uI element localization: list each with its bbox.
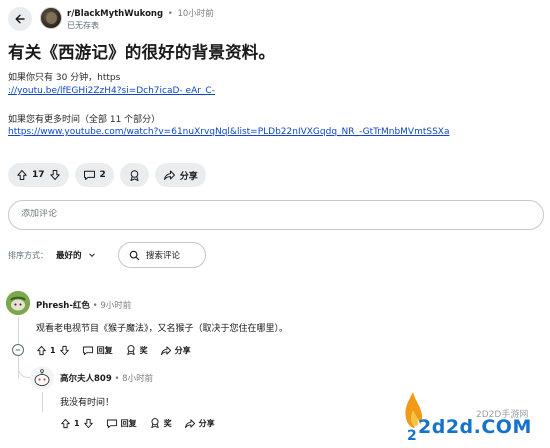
snoo-avatar-icon [30, 366, 54, 390]
separator-dot: • [92, 301, 98, 311]
reply-label: 回复 [120, 418, 137, 428]
reply-connector-curve [18, 366, 30, 378]
comment-time: 8小时前 [122, 374, 154, 384]
downvote-icon[interactable] [59, 345, 70, 356]
comment-actions: 1 回复 奖 分享 [36, 344, 191, 356]
upvote-icon[interactable] [36, 345, 47, 356]
svg-text:2: 2 [407, 428, 417, 442]
reply-label: 回复 [96, 345, 113, 355]
comment-icon [106, 419, 117, 428]
commenter-avatar[interactable] [30, 366, 54, 390]
comment-author[interactable]: 高尔夫人809 [60, 374, 112, 384]
share-label: 分享 [174, 345, 191, 355]
award-icon [126, 345, 135, 356]
comment-actions: 1 回复 奖 分享 [60, 417, 215, 429]
comment-meta: Phresh-红色 • 9小时前 [36, 299, 131, 311]
separator-dot: • [114, 374, 120, 384]
comment-author[interactable]: Phresh-红色 [36, 301, 90, 311]
comment-meta: 高尔夫人809 • 8小时前 [60, 372, 153, 384]
award-button[interactable]: 奖 [125, 344, 148, 356]
share-label: 分享 [198, 418, 215, 428]
commenter-avatar[interactable] [6, 291, 30, 315]
award-label: 奖 [139, 345, 148, 355]
comment-text: 观看老电视节目《猴子魔法》，又名猴子（取决于您住在哪里）。 [36, 324, 289, 334]
award-button[interactable]: 奖 [149, 417, 172, 429]
comment-icon [82, 346, 93, 355]
award-icon [150, 418, 159, 429]
site-watermark: 2 2D2D手游网 2d2d.COM [396, 388, 550, 448]
upvote-icon[interactable] [60, 418, 71, 429]
comment-time: 9小时前 [100, 301, 132, 311]
minus-icon [15, 349, 21, 351]
comment-vote-count: 1 [50, 345, 56, 355]
comment-thread: Phresh-红色 • 9小时前 观看老电视节目《猴子魔法》，又名猴子（取决于您… [0, 0, 550, 448]
share-icon [160, 345, 171, 355]
watermark-main: 2d2d.COM [418, 416, 532, 438]
reply-button[interactable]: 回复 [106, 418, 137, 429]
comment-vote: 1 [36, 345, 70, 356]
thread-line [18, 317, 19, 347]
comment-vote: 1 [60, 418, 94, 429]
comment-text: 我没有时间！ [60, 398, 115, 408]
thread-line [42, 392, 43, 412]
share-button[interactable]: 分享 [160, 345, 191, 356]
collapse-thread-button[interactable] [12, 344, 24, 356]
share-button[interactable]: 分享 [184, 418, 215, 429]
reply-button[interactable]: 回复 [82, 345, 113, 356]
snoo-avatar-icon [6, 291, 30, 315]
comment-vote-count: 1 [74, 418, 80, 428]
share-icon [184, 418, 195, 428]
award-label: 奖 [163, 418, 172, 428]
downvote-icon[interactable] [83, 418, 94, 429]
